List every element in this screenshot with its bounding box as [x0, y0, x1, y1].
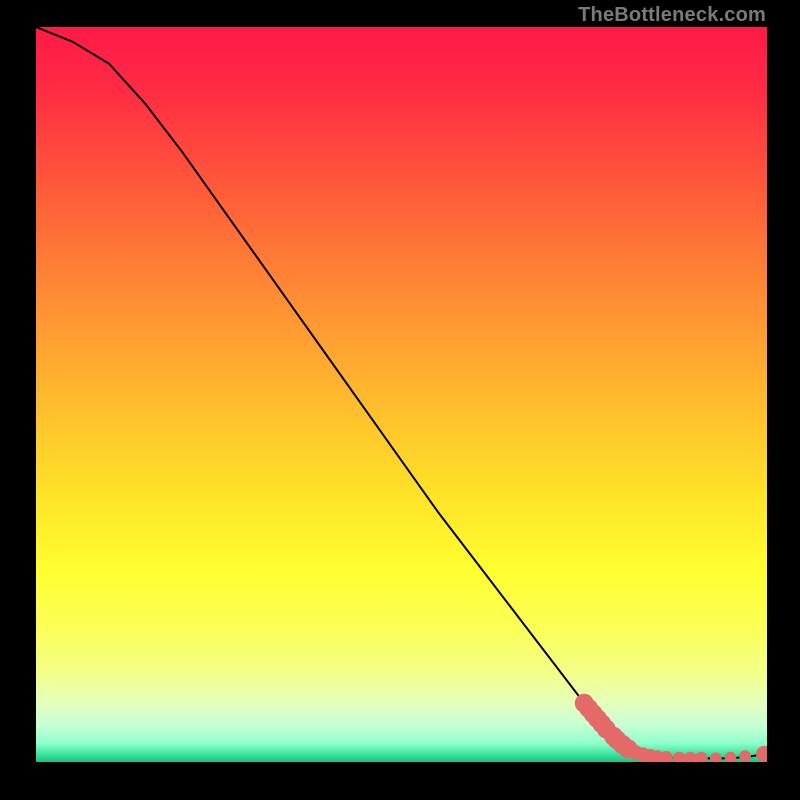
bottleneck-curve — [36, 27, 767, 758]
highlight-points — [575, 694, 767, 762]
attribution-text: TheBottleneck.com — [578, 4, 766, 27]
chart-stage: TheBottleneck.com — [0, 0, 800, 800]
highlight-point — [739, 750, 751, 762]
highlight-point — [710, 752, 722, 762]
highlight-point — [725, 752, 737, 762]
highlight-point — [756, 746, 767, 762]
highlight-point — [695, 752, 708, 762]
plot-area — [36, 27, 767, 762]
chart-svg — [36, 27, 767, 762]
